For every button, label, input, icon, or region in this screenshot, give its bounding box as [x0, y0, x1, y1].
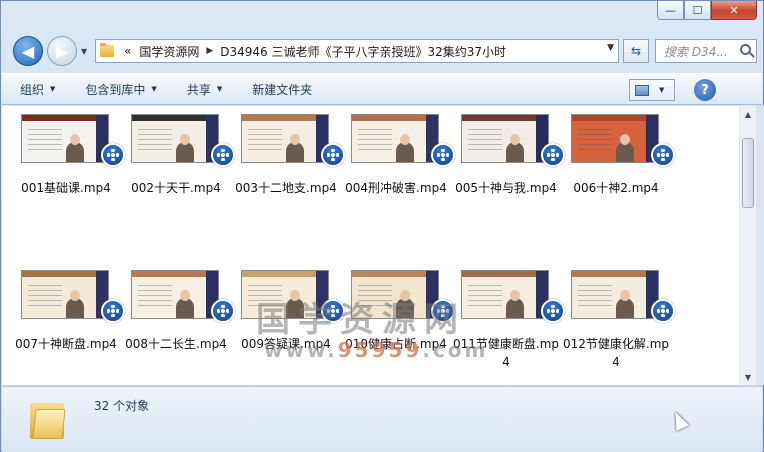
breadcrumb-overflow[interactable]: « — [124, 44, 131, 58]
chevron-down-icon: ▼ — [216, 85, 223, 93]
minimize-button[interactable]: — — [657, 1, 684, 20]
file-name: 002十天干.mp4 — [131, 181, 221, 195]
scroll-up-icon[interactable]: ▲ — [740, 106, 756, 122]
video-thumbnail — [461, 114, 549, 163]
file-list-pane[interactable]: 001基础课.mp4 002十天干.mp4 003十二地支.mp4 004刑冲破害.m… — [2, 106, 739, 385]
folder-icon — [100, 43, 114, 57]
video-file-icon — [541, 143, 565, 167]
include-in-library-button[interactable]: 包含到库中 ▼ — [85, 81, 156, 98]
file-name: 008十二长生.mp4 — [125, 337, 227, 351]
share-label: 共享 — [186, 82, 211, 97]
watermark-url-suffix: .com — [422, 338, 489, 362]
chevron-down-icon[interactable]: ▼ — [659, 86, 664, 94]
folder-icon — [30, 399, 66, 439]
close-button[interactable]: ✕ — [711, 1, 757, 20]
file-name: 004刑冲破害.mp4 — [345, 181, 447, 195]
video-file-icon — [321, 143, 345, 167]
video-thumbnail — [21, 114, 109, 163]
explorer-window: — ☐ ✕ ◀ ▶ ▼ « 国学资源网 ▶ D34946 三诚老师《子平八字亲授… — [0, 0, 764, 452]
video-file-icon — [101, 143, 125, 167]
chevron-down-icon: ▼ — [151, 85, 157, 93]
breadcrumb-item-current[interactable]: D34946 三诚老师《子平八字亲授班》32集约37小时 — [220, 43, 506, 60]
new-folder-label: 新建文件夹 — [252, 82, 313, 97]
new-folder-button[interactable]: 新建文件夹 — [252, 81, 312, 98]
watermark-url-number: 95959 — [337, 338, 423, 362]
navigation-bar: ◀ ▶ ▼ « 国学资源网 ▶ D34946 三诚老师《子平八字亲授班》32集约… — [9, 35, 757, 67]
forward-button[interactable]: ▶ — [47, 36, 77, 66]
video-thumbnail — [131, 114, 219, 163]
refresh-button[interactable]: ⇆ — [623, 39, 649, 63]
video-thumbnail — [21, 270, 109, 319]
video-file-icon — [211, 299, 235, 323]
vertical-scrollbar[interactable]: ▲ ▼ — [739, 106, 756, 385]
video-file-icon — [211, 143, 235, 167]
address-dropdown-icon[interactable]: ▼ — [607, 43, 614, 53]
video-thumbnail — [571, 270, 659, 319]
address-bar[interactable]: « 国学资源网 ▶ D34946 三诚老师《子平八字亲授班》32集约37小时 ▼ — [95, 39, 619, 63]
file-name: 007十神断盘.mp4 — [15, 337, 117, 351]
command-toolbar: 组织 ▼ 包含到库中 ▼ 共享 ▼ 新建文件夹 ▼ ? — [2, 73, 762, 105]
back-button[interactable]: ◀ — [13, 36, 43, 66]
scrollbar-thumb[interactable] — [742, 138, 754, 208]
video-thumbnail — [131, 270, 219, 319]
video-thumbnail — [461, 270, 549, 319]
search-placeholder: 搜索 D34... — [664, 44, 728, 59]
caption-buttons: — ☐ ✕ — [657, 1, 757, 20]
file-name: 006十神2.mp4 — [573, 181, 659, 195]
window-edge — [756, 106, 764, 385]
recent-pages-dropdown-icon[interactable]: ▼ — [81, 47, 87, 56]
video-file-icon — [541, 299, 565, 323]
organize-button[interactable]: 组织 ▼ — [20, 81, 55, 98]
video-thumbnail — [571, 114, 659, 163]
organize-label: 组织 — [20, 82, 45, 97]
watermark-title: 国学资源网 — [256, 300, 466, 340]
video-file-icon — [651, 143, 675, 167]
watermark-url-prefix: www. — [264, 338, 338, 362]
change-view-button[interactable]: ▼ — [629, 79, 675, 101]
watermark-url: www.95959.com — [264, 338, 488, 362]
scroll-down-icon[interactable]: ▼ — [740, 369, 756, 385]
chevron-down-icon: ▼ — [50, 85, 56, 93]
file-name: 012节健康化解.mp4 — [562, 337, 670, 369]
details-pane: 32 个对象 — [2, 386, 762, 452]
search-icon[interactable] — [740, 44, 751, 55]
video-thumbnail — [241, 114, 329, 163]
breadcrumb-item-root[interactable]: 国学资源网 — [139, 43, 199, 60]
file-name: 003十二地支.mp4 — [235, 181, 337, 195]
video-file-icon — [651, 299, 675, 323]
view-icon — [635, 84, 649, 96]
help-button[interactable]: ? — [694, 79, 716, 101]
breadcrumb-separator-icon[interactable]: ▶ — [206, 46, 213, 56]
search-input[interactable]: 搜索 D34... — [655, 39, 757, 63]
share-button[interactable]: 共享 ▼ — [187, 81, 222, 98]
include-in-library-label: 包含到库中 — [85, 82, 146, 97]
item-count: 32 个对象 — [94, 399, 150, 413]
file-name: 001基础课.mp4 — [21, 181, 111, 195]
maximize-button[interactable]: ☐ — [684, 1, 711, 20]
file-name: 005十神与我.mp4 — [455, 181, 557, 195]
video-file-icon — [101, 299, 125, 323]
video-thumbnail — [351, 114, 439, 163]
video-file-icon — [431, 143, 455, 167]
